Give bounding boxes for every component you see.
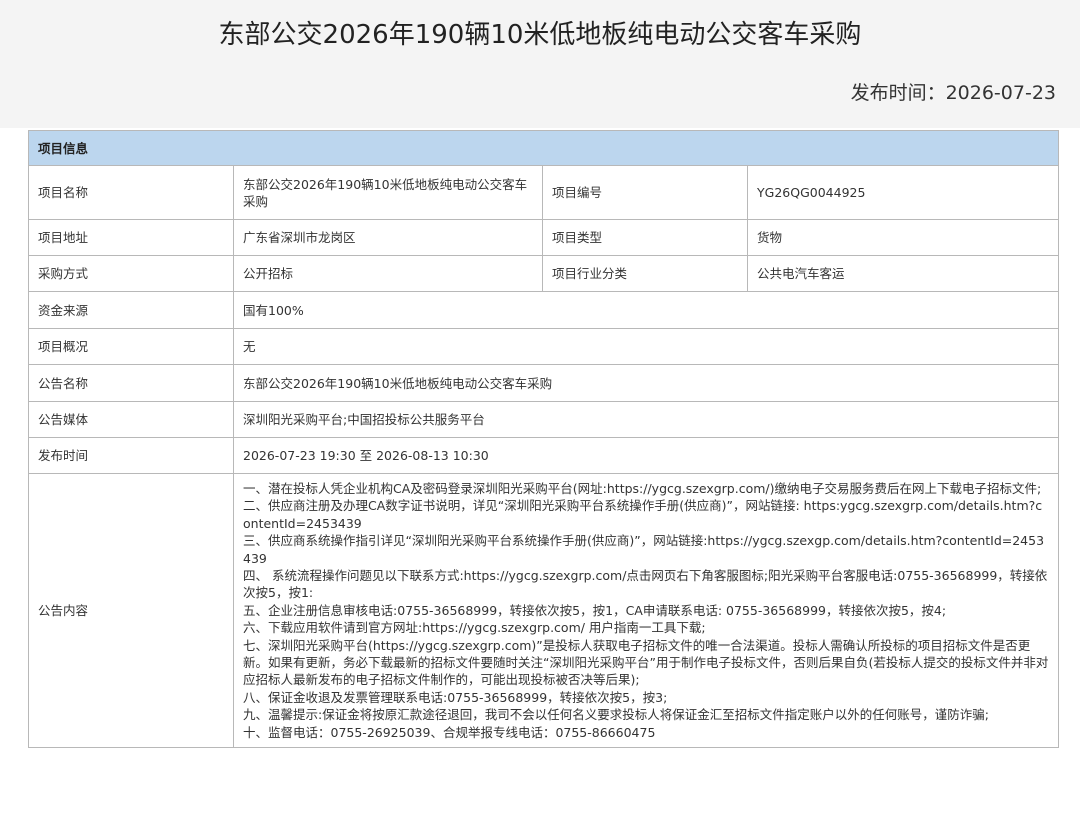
notice-name-value: 东部公交2026年190辆10米低地板纯电动公交客车采购 <box>232 364 1060 402</box>
section-header-row: 项目信息 <box>27 130 1060 166</box>
project-type-label: 项目类型 <box>542 219 748 256</box>
content-line-5: 五、企业注册信息审核电话:0755-36568999，转接依次按5，按1，CA申… <box>243 602 947 618</box>
project-name-value: 东部公交2026年190辆10米低地板纯电动公交客车采购 <box>233 165 543 220</box>
content-line-9: 九、温馨提示:保证金将按原汇款途径退回，我司不会以任何名义要求投标人将保证金汇至… <box>243 707 989 723</box>
content-line-7: 七、深圳阳光采购平台(https://ygcg.szexgrp.com)”是投标… <box>243 637 1049 688</box>
page-title: 东部公交2026年190辆10米低地板纯电动公交客车采购 <box>218 20 862 50</box>
content-line-4: 四、 系统流程操作问题见以下联系方式:https://ygcg.szexgrp.… <box>243 568 1048 601</box>
notice-content: 一、潜在投标人凭企业机构CA及密码登录深圳阳光采购平台(网址:https://y… <box>232 472 1060 749</box>
content-line-10: 十、监督电话：0755-26925039、合规举报专线电话：0755-86660… <box>243 724 656 740</box>
table-row: 采购方式 公开招标 项目行业分类 公共电汽车客运 <box>28 255 1060 292</box>
table-row: 公告名称 东部公交2026年190辆10米低地板纯电动公交客车采购 <box>28 364 1060 402</box>
overview-value: 无 <box>232 328 1060 365</box>
notice-content-label: 公告内容 <box>28 472 234 749</box>
purchase-method-value: 公开招标 <box>233 255 543 292</box>
project-no-label: 项目编号 <box>542 165 748 220</box>
content-line-6: 六、下载应用软件请到官方网址:https://ygcg.szexgrp.com/… <box>243 620 706 636</box>
purchase-method-label: 采购方式 <box>28 255 234 292</box>
publish-time-row-value: 2026-07-23 19:30 至 2026-08-13 10:30 <box>232 437 1060 474</box>
project-info-table: 项目信息 项目名称 东部公交2026年190辆10米低地板纯电动公交客车采购 项… <box>27 130 1060 749</box>
content-line-3: 三、供应商系统操作指引详见“深圳阳光采购平台系统操作手册(供应商)”，网站链接:… <box>243 533 1045 566</box>
project-type-value: 货物 <box>746 219 1060 256</box>
project-address-value: 广东省深圳市龙岗区 <box>233 219 543 256</box>
table-row: 公告媒体 深圳阳光采购平台;中国招投标公共服务平台 <box>28 401 1060 438</box>
table-row: 资金来源 国有100% <box>28 291 1060 329</box>
notice-media-value: 深圳阳光采购平台;中国招投标公共服务平台 <box>232 401 1060 438</box>
table-row: 项目名称 东部公交2026年190辆10米低地板纯电动公交客车采购 项目编号 Y… <box>28 165 1060 220</box>
content-line-1: 一、潜在投标人凭企业机构CA及密码登录深圳阳光采购平台(网址:https://y… <box>243 481 1042 496</box>
table-row: 项目概况 无 <box>28 328 1060 365</box>
publish-time-label: 发布时间： <box>850 82 946 104</box>
fund-source-value: 国有100% <box>232 291 1060 329</box>
industry-value: 公共电汽车客运 <box>746 255 1060 292</box>
industry-label: 项目行业分类 <box>542 255 748 292</box>
table-row: 项目地址 广东省深圳市龙岗区 项目类型 货物 <box>28 219 1060 256</box>
project-address-label: 项目地址 <box>28 219 234 256</box>
overview-label: 项目概况 <box>28 328 234 365</box>
publish-time-value: 2026-07-23 <box>945 82 1056 104</box>
page-header: 东部公交2026年190辆10米低地板纯电动公交客车采购 发布时间：2026-0… <box>0 0 1080 128</box>
project-name-label: 项目名称 <box>28 165 234 220</box>
fund-source-label: 资金来源 <box>28 291 234 329</box>
table-row: 公告内容 一、潜在投标人凭企业机构CA及密码登录深圳阳光采购平台(网址:http… <box>28 472 1060 749</box>
content-line-8: 八、保证金收退及发票管理联系电话:0755-36568999，转接依次按5，按3… <box>243 689 668 705</box>
notice-media-label: 公告媒体 <box>28 401 234 438</box>
section-title: 项目信息 <box>27 130 1060 166</box>
publish-time: 发布时间：2026-07-23 <box>851 78 1056 105</box>
table-row: 发布时间 2026-07-23 19:30 至 2026-08-13 10:30 <box>28 437 1060 474</box>
notice-name-label: 公告名称 <box>28 364 234 402</box>
publish-time-row-label: 发布时间 <box>28 437 234 474</box>
content-line-2: 二、供应商注册及办理CA数字证书说明，详见“深圳阳光采购平台系统操作手册(供应商… <box>243 498 1043 531</box>
project-no-value: YG26QG0044925 <box>746 165 1060 220</box>
